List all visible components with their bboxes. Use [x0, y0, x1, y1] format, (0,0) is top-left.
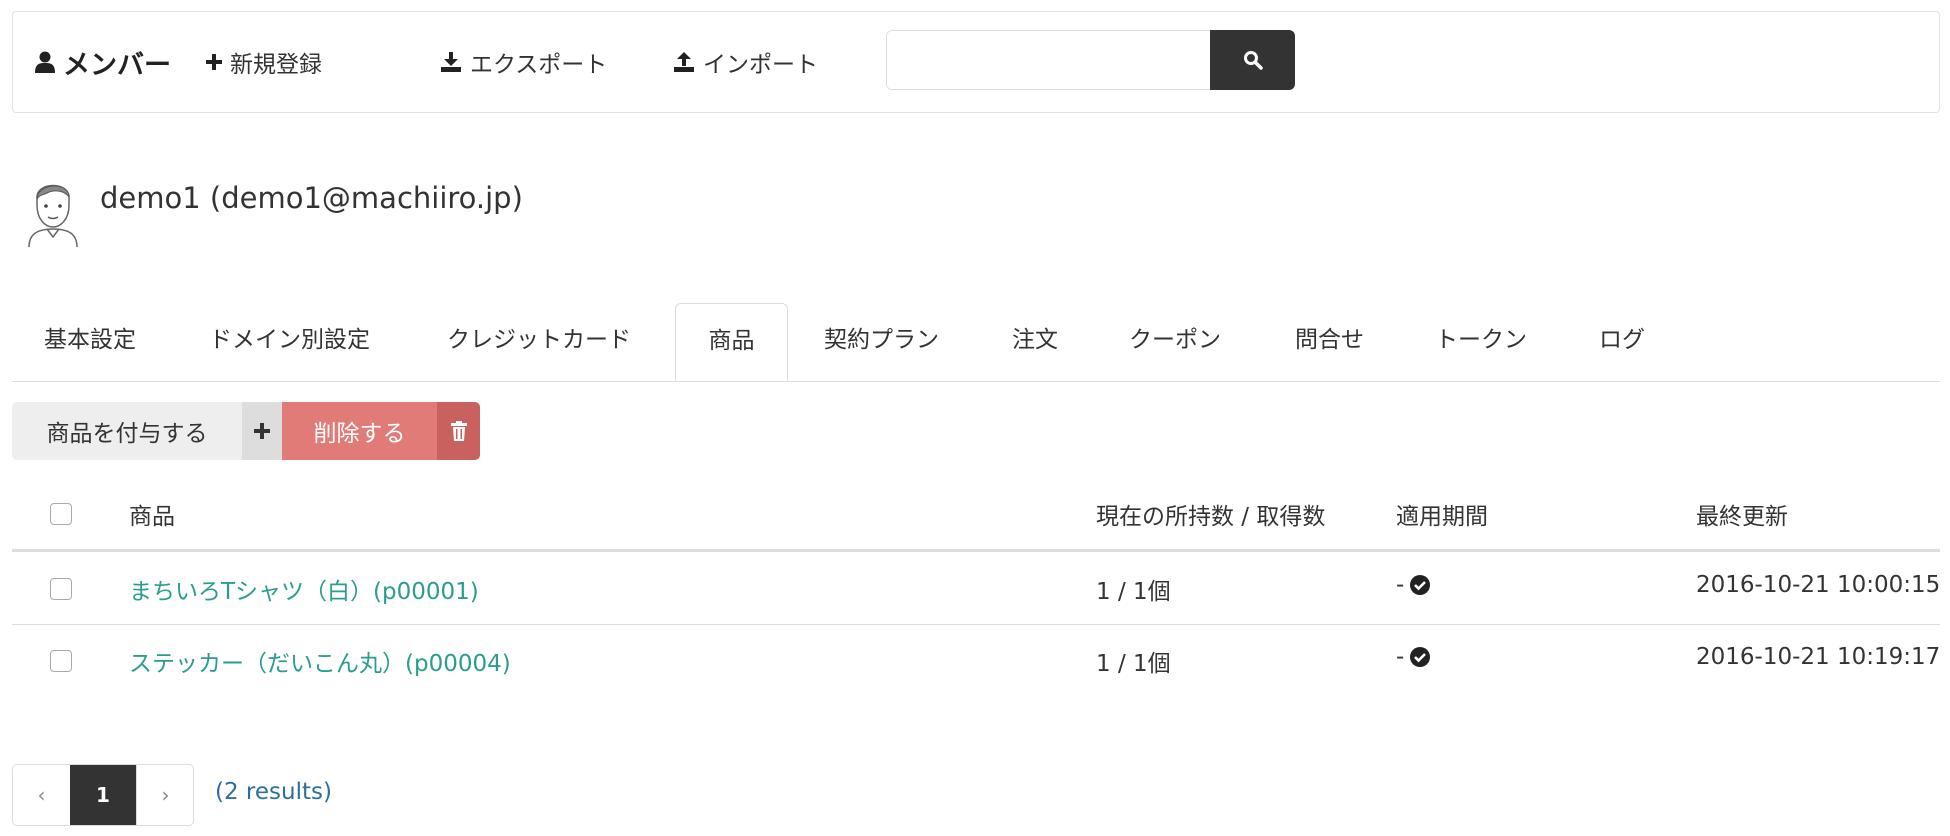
tab-contract-plan[interactable]: 契約プラン: [824, 303, 939, 381]
prev-page-button[interactable]: ‹: [13, 765, 71, 825]
tab-log[interactable]: ログ: [1599, 303, 1645, 381]
tab-products[interactable]: 商品: [675, 303, 788, 381]
import-label: インポート: [703, 52, 818, 78]
next-page-button[interactable]: ›: [136, 765, 194, 825]
delete-button[interactable]: 削除する: [282, 402, 437, 460]
download-icon: [441, 52, 461, 72]
header-product: 商品: [129, 504, 175, 530]
tab-credit-card[interactable]: クレジットカード: [447, 303, 631, 381]
search-input[interactable]: [886, 30, 1210, 90]
members-brand[interactable]: メンバー: [35, 12, 171, 112]
import-link[interactable]: インポート: [673, 12, 818, 112]
pagination: ‹ 1 ›: [12, 764, 194, 826]
updated-cell: 2016-10-21 10:19:17: [1696, 644, 1941, 670]
row-checkbox[interactable]: [50, 578, 72, 600]
top-navbar: メンバー 新規登録 エクスポート インポート: [12, 11, 1940, 113]
tab-tokens[interactable]: トークン: [1435, 303, 1527, 381]
user-icon: [35, 51, 55, 73]
members-title: メンバー: [63, 49, 171, 81]
select-all-checkbox[interactable]: [50, 503, 72, 525]
row-checkbox[interactable]: [50, 650, 72, 672]
period-value: -: [1396, 644, 1405, 670]
avatar-icon: [28, 184, 78, 248]
avatar: [25, 175, 81, 253]
export-label: エクスポート: [470, 52, 608, 78]
grant-product-button[interactable]: 商品を付与する: [12, 402, 242, 460]
header-updated: 最終更新: [1696, 504, 1788, 530]
updated-cell: 2016-10-21 10:00:15: [1696, 572, 1941, 598]
plus-icon: [206, 54, 222, 70]
tab-coupons[interactable]: クーポン: [1129, 303, 1221, 381]
product-link[interactable]: ステッカー（だいこん丸）(p00004): [129, 644, 511, 678]
count-cell: 1 / 1個: [1096, 651, 1171, 677]
plus-icon: [254, 423, 270, 439]
trash-icon: [450, 421, 467, 441]
period-cell: -: [1396, 572, 1431, 598]
tab-basic-settings[interactable]: 基本設定: [44, 303, 136, 381]
table-header-divider: [12, 549, 1940, 552]
header-count: 現在の所持数 / 取得数: [1096, 504, 1326, 530]
period-cell: -: [1396, 644, 1431, 670]
search-icon: [1243, 51, 1263, 70]
member-tabs: 基本設定 ドメイン別設定 クレジットカード 商品 契約プラン 注文 クーポン 問…: [12, 303, 1940, 382]
period-value: -: [1396, 572, 1405, 598]
upload-icon: [674, 52, 694, 72]
row-divider: [12, 624, 1940, 625]
tab-inquiries[interactable]: 問合せ: [1295, 303, 1364, 381]
header-period: 適用期間: [1396, 504, 1488, 530]
check-circle-icon: [1410, 647, 1431, 667]
grant-add-button[interactable]: [242, 402, 282, 460]
new-member-label: 新規登録: [230, 52, 322, 78]
export-link[interactable]: エクスポート: [440, 12, 607, 112]
tab-orders[interactable]: 注文: [1012, 303, 1058, 381]
page-1-button[interactable]: 1: [70, 765, 136, 825]
results-count: (2 results): [215, 779, 332, 805]
delete-icon-button[interactable]: [437, 402, 480, 460]
tab-domain-settings[interactable]: ドメイン別設定: [209, 303, 370, 381]
product-link[interactable]: まちいろTシャツ（白）(p00001): [129, 572, 479, 606]
new-member-link[interactable]: 新規登録: [206, 12, 322, 112]
count-cell: 1 / 1個: [1096, 579, 1171, 605]
search-button[interactable]: [1210, 30, 1295, 90]
check-circle-icon: [1410, 575, 1431, 595]
member-name-email: demo1 (demo1@machiiro.jp): [100, 181, 523, 215]
